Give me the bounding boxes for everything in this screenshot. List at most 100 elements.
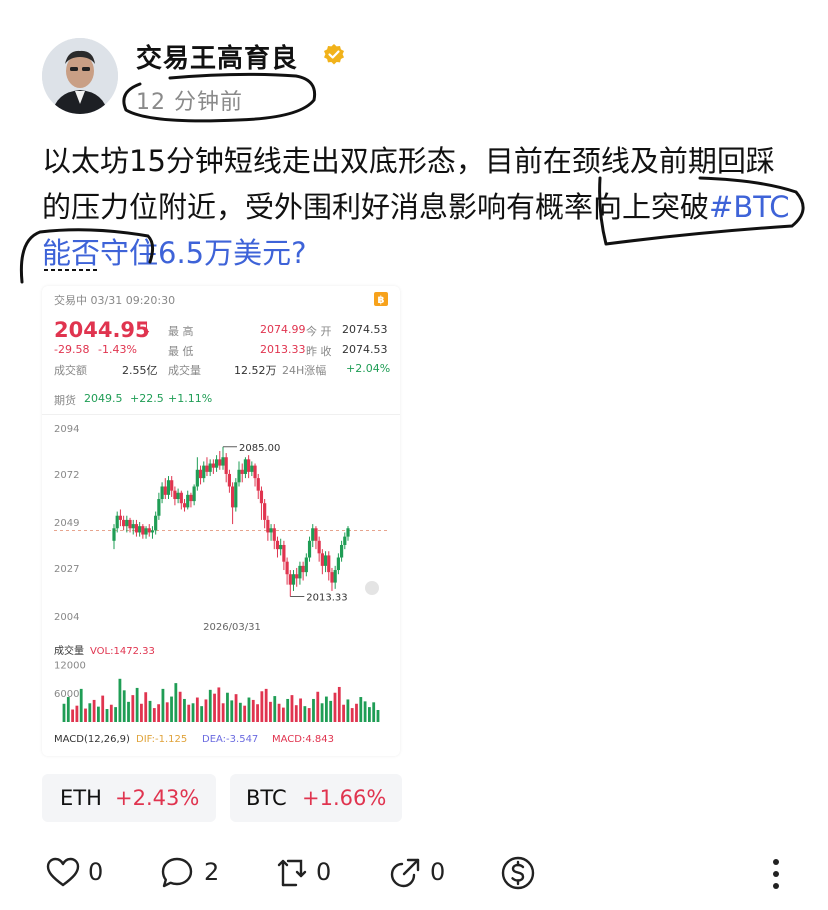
candle-body (138, 526, 142, 533)
volume-bar (307, 708, 311, 722)
macd-dea: DEA:-3.547 (202, 734, 258, 745)
volume-bar (157, 704, 161, 722)
ticker-eth[interactable]: ETH +2.43% (42, 774, 216, 822)
ticker-btc-change: +1.66% (302, 786, 387, 810)
volume-bar (277, 703, 281, 722)
candle-body (343, 536, 347, 545)
tip-button[interactable] (500, 852, 540, 892)
candle-body (179, 492, 183, 504)
high-value: 2074.99 (260, 323, 306, 336)
candle-body (298, 565, 302, 579)
candle-body (259, 490, 264, 504)
volume-bar (165, 702, 169, 722)
candle-body (134, 524, 139, 533)
candle-body (247, 459, 251, 472)
candle-body (346, 528, 350, 537)
volume-bar (350, 708, 354, 722)
candle-body (182, 503, 187, 508)
volume-bar (376, 710, 380, 722)
svg-text:฿: ฿ (378, 295, 385, 306)
volume-bar (66, 697, 70, 722)
volume-bar (286, 698, 290, 722)
candle-body (163, 486, 167, 495)
volume-bar (161, 688, 165, 722)
share-button[interactable]: 0 (388, 852, 452, 892)
candle-body (141, 526, 145, 535)
ticker-btc[interactable]: BTC +1.66% (230, 774, 402, 822)
volume-bar (114, 707, 118, 722)
candle-body (128, 519, 132, 529)
market-chart-card[interactable]: 交易中 03/31 09:20:30 ฿ 2044.95 ↓ -29.58 -1… (42, 286, 400, 756)
volume-bar (329, 700, 333, 722)
volume-bar (152, 708, 156, 722)
open-label: 今 开 (306, 325, 332, 338)
btc-coin-icon: ฿ (374, 292, 388, 306)
amount-value: 2.55亿 (122, 364, 158, 377)
futures-price: 2049.5 (84, 392, 123, 405)
prev-close-value: 2074.53 (342, 343, 388, 356)
candle-body (208, 463, 212, 472)
volume-value: 12.52万 (234, 364, 277, 377)
volume-bar (333, 692, 337, 722)
candle-body (327, 555, 331, 573)
volume-bar (200, 706, 204, 722)
candle-body (224, 457, 228, 474)
volume-bar (372, 702, 376, 722)
candle-body (269, 528, 273, 533)
volume-title: 成交量 (54, 644, 84, 657)
candle-body (170, 480, 174, 491)
candle-body (314, 528, 318, 541)
like-button[interactable]: 0 (46, 852, 110, 892)
candlestick-chart[interactable]: 2094 2072 2049 2027 2004 2085.00 2013.33 2026/0… (42, 416, 400, 756)
volume-bar (290, 695, 294, 722)
volume-bar (234, 694, 238, 722)
price-change-pct: -1.43% (98, 343, 137, 356)
share-icon (390, 858, 420, 888)
volume-bar (127, 701, 130, 722)
candle-body (214, 459, 219, 468)
candle-body (122, 519, 126, 527)
candle-body (211, 463, 215, 468)
futures-label: 期货 (54, 394, 76, 407)
volume-tick-label: 12000 (54, 660, 86, 671)
trading-status: 交易中 03/31 09:20:30 (54, 294, 176, 307)
prev-close-label: 昨 收 (306, 345, 332, 358)
volume-bar (174, 683, 178, 722)
candle-body (154, 515, 158, 531)
volume-bar (281, 707, 285, 722)
volume-bar (92, 699, 96, 722)
y-tick-label: 2072 (54, 470, 79, 481)
volume-bar (208, 689, 212, 722)
candle-body (288, 574, 292, 585)
ticker-eth-symbol: ETH (60, 786, 102, 810)
volume-bar (260, 691, 264, 722)
candle-body (323, 555, 328, 566)
volume-bar (247, 697, 251, 722)
candle-body (192, 486, 196, 502)
volume-bar (230, 700, 234, 722)
more-options-button[interactable] (764, 852, 788, 892)
current-price: 2044.95 (54, 318, 150, 342)
candle-body (317, 540, 321, 554)
volume-bar (178, 691, 182, 722)
candle-body (118, 515, 123, 520)
macd-value: MACD:4.843 (272, 734, 334, 745)
candle-body (166, 480, 171, 495)
futures-pct: +1.11% (168, 392, 213, 405)
candle-body (234, 482, 238, 508)
volume-bar (97, 706, 100, 722)
volume-bar (148, 700, 152, 722)
candle-body (147, 528, 151, 533)
change24-label: 24H涨幅 (282, 364, 327, 377)
dollar-coin-icon (501, 856, 535, 890)
candle-body (282, 544, 286, 562)
y-tick-label: 2027 (54, 564, 79, 575)
volume-bar (204, 699, 208, 722)
candle-body (333, 570, 337, 583)
high-marker-label: 2085.00 (239, 443, 280, 454)
comment-button[interactable]: 2 (160, 852, 224, 892)
repost-button[interactable]: 0 (274, 852, 338, 892)
volume-bar (359, 697, 363, 722)
volume-bar (269, 701, 272, 722)
repost-icon (277, 859, 307, 887)
